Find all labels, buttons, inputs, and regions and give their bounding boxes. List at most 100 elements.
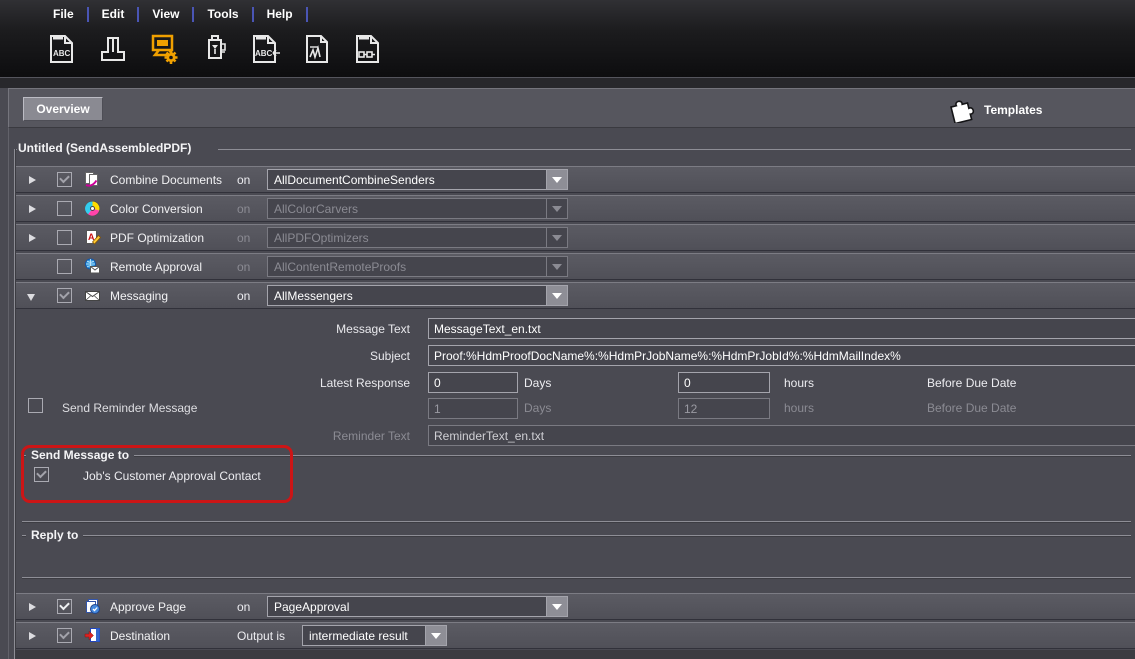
expand-arrow-icon[interactable]: [29, 632, 36, 640]
dropdown-arrow-icon[interactable]: [546, 597, 567, 616]
approve-page-icon: [84, 598, 101, 615]
templates-button[interactable]: Templates: [945, 93, 1042, 126]
on-label: on: [237, 289, 250, 303]
combine-documents-checkbox[interactable]: [57, 172, 72, 187]
panel-footer: [16, 650, 1135, 659]
workflow-row-destination: Destination Output is intermediate resul…: [16, 622, 1135, 649]
group-border: [22, 577, 1131, 579]
remote-approval-checkbox[interactable]: [57, 259, 72, 274]
document-abc-import-icon[interactable]: ABC: [248, 30, 284, 68]
on-label: on: [237, 600, 250, 614]
group-border: [218, 149, 1131, 150]
output-is-label: Output is: [237, 629, 285, 643]
latest-response-hours-input[interactable]: [678, 372, 770, 393]
destination-checkbox[interactable]: [57, 628, 72, 643]
document-sequence-icon[interactable]: [350, 30, 386, 68]
pdf-optimization-icon: A: [84, 229, 101, 246]
send-message-to-legend: Send Message to: [26, 448, 134, 462]
reminder-days-input: [428, 398, 518, 419]
subject-label: Subject: [240, 349, 410, 363]
send-reminder-label: Send Reminder Message: [62, 401, 197, 415]
row-label: Destination: [110, 629, 170, 643]
workflow-group-title: Untitled (SendAssembledPDF): [18, 141, 191, 155]
dropdown-arrow-icon[interactable]: [425, 626, 446, 645]
row-label: Combine Documents: [110, 173, 222, 187]
color-conversion-checkbox[interactable]: [57, 201, 72, 216]
remote-approval-dropdown: AllContentRemoteProofs: [267, 256, 568, 277]
expand-arrow-icon[interactable]: [29, 205, 36, 213]
dropdown-value: AllDocumentCombineSenders: [268, 170, 546, 189]
workflow-row-remote-approval: Remote Approval on AllContentRemoteProof…: [16, 253, 1135, 280]
dropdown-value: PageApproval: [268, 597, 546, 616]
before-due-date-label: Before Due Date: [927, 376, 1016, 390]
panel-edge: [8, 128, 9, 659]
subject-input[interactable]: [428, 345, 1135, 366]
send-reminder-checkbox[interactable]: [28, 398, 43, 413]
on-label: on: [237, 202, 250, 216]
messaging-checkbox[interactable]: [57, 288, 72, 303]
menu-item-edit[interactable]: Edit: [89, 5, 138, 23]
dropdown-arrow-icon: [546, 199, 567, 218]
message-text-input[interactable]: [428, 318, 1135, 339]
combine-documents-dropdown[interactable]: AllDocumentCombineSenders: [267, 169, 568, 190]
group-border: [22, 535, 1131, 537]
messaging-dropdown[interactable]: AllMessengers: [267, 285, 568, 306]
dropdown-value: AllColorCarvers: [268, 199, 546, 218]
color-conversion-dropdown: AllColorCarvers: [267, 198, 568, 219]
hours-label: hours: [784, 376, 814, 390]
reminder-text-input: [428, 425, 1135, 446]
messaging-icon: [84, 287, 101, 304]
on-label: on: [237, 173, 250, 187]
dropdown-value: AllMessengers: [268, 286, 546, 305]
latest-response-days-input[interactable]: [428, 372, 518, 393]
dropdown-arrow-icon: [546, 257, 567, 276]
document-abc-icon[interactable]: ABC: [44, 30, 80, 68]
templates-label: Templates: [984, 103, 1042, 117]
reminder-hours-input: [678, 398, 770, 419]
menu-item-tools[interactable]: Tools: [194, 5, 251, 23]
reminder-text-label: Reminder Text: [240, 429, 410, 443]
group-border: [22, 455, 1131, 457]
message-text-label: Message Text: [240, 322, 410, 336]
svg-text:ABC: ABC: [53, 49, 71, 58]
dropdown-value: AllPDFOptimizers: [268, 228, 546, 247]
menubar: File Edit View Tools Help: [40, 5, 308, 23]
workflow-row-approve-page: Approve Page on PageApproval: [16, 593, 1135, 620]
computer-settings-icon[interactable]: [146, 30, 182, 68]
overview-button[interactable]: Overview: [23, 97, 103, 121]
workflow-row-combine-documents: Combine Documents on AllDocumentCombineS…: [16, 166, 1135, 193]
processor-unit-icon[interactable]: [197, 30, 233, 68]
row-label: Messaging: [110, 289, 168, 303]
document-signature-icon[interactable]: [299, 30, 335, 68]
menu-separator: [306, 7, 308, 22]
menu-item-file[interactable]: File: [40, 5, 87, 23]
combine-documents-icon: [84, 171, 101, 188]
approve-page-checkbox[interactable]: [57, 599, 72, 614]
dropdown-arrow-icon[interactable]: [546, 170, 567, 189]
dropdown-arrow-icon[interactable]: [546, 286, 567, 305]
expand-arrow-icon[interactable]: [29, 603, 36, 611]
collapse-arrow-icon[interactable]: [27, 294, 35, 301]
pdf-optimization-dropdown: AllPDFOptimizers: [267, 227, 568, 248]
expand-arrow-icon[interactable]: [29, 234, 36, 242]
destination-output-dropdown[interactable]: intermediate result: [302, 625, 447, 646]
workflow-row-pdf-optimization: A PDF Optimization on AllPDFOptimizers: [16, 224, 1135, 251]
days-label: Days: [524, 376, 551, 390]
menu-item-help[interactable]: Help: [254, 5, 306, 23]
dropdown-value: AllContentRemoteProofs: [268, 257, 546, 276]
approve-page-dropdown[interactable]: PageApproval: [267, 596, 568, 617]
toolbar: ABC ABC: [44, 30, 386, 68]
printer-press-icon[interactable]: [95, 30, 131, 68]
expand-arrow-icon[interactable]: [29, 176, 36, 184]
row-label: Color Conversion: [110, 202, 203, 216]
pdf-optimization-checkbox[interactable]: [57, 230, 72, 245]
destination-icon: [84, 627, 101, 644]
workflow-row-messaging: Messaging on AllMessengers: [16, 282, 1135, 309]
menu-item-view[interactable]: View: [139, 5, 192, 23]
remote-approval-icon: [84, 258, 101, 275]
group-border: [22, 521, 1131, 523]
job-customer-approval-contact-checkbox[interactable]: [34, 467, 49, 482]
on-label: on: [237, 231, 250, 245]
on-label: on: [237, 260, 250, 274]
view-header-bar: Overview Templates: [8, 88, 1135, 128]
